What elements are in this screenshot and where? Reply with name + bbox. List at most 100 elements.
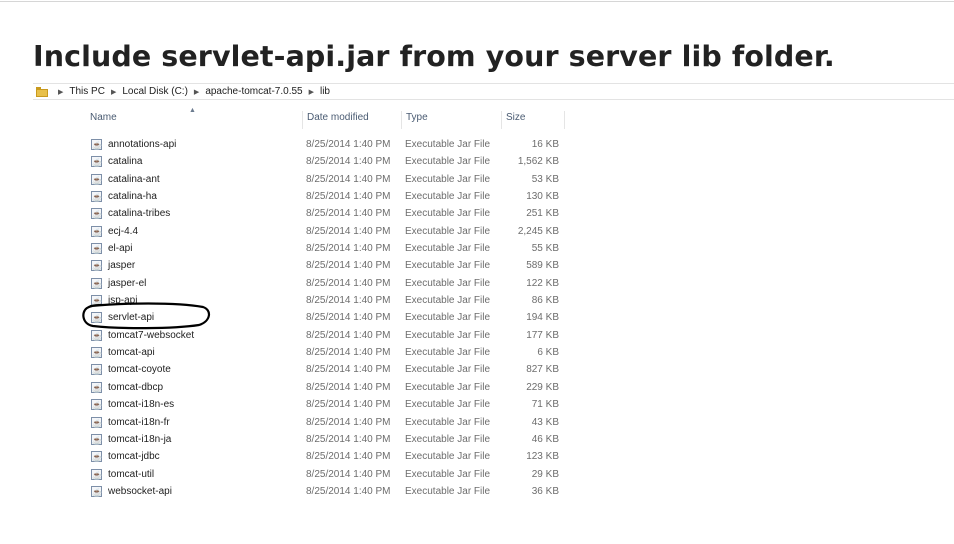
- file-type: Executable Jar File: [405, 139, 491, 150]
- file-row[interactable]: servlet-api 8/25/2014 1:40 PM Executable J…: [86, 309, 566, 327]
- file-date-modified: 8/25/2014 1:40 PM: [306, 208, 391, 220]
- jar-file-icon: [91, 310, 102, 327]
- chevron-right-icon[interactable]: ▶: [309, 88, 314, 96]
- file-date-modified: 8/25/2014 1:40 PM: [306, 295, 391, 307]
- address-bar[interactable]: ▶ This PC ▶ Local Disk (C:) ▶ apache-tom…: [33, 83, 954, 100]
- file-row[interactable]: tomcat-util 8/25/2014 1:40 PM Executable J…: [86, 466, 566, 484]
- file-row[interactable]: el-api 8/25/2014 1:40 PM Executable Jar Fi…: [86, 240, 566, 258]
- file-date-modified: 8/25/2014 1:40 PM: [306, 416, 391, 428]
- file-explorer-window: ▶ This PC ▶ Local Disk (C:) ▶ apache-tom…: [33, 83, 954, 503]
- file-type: Executable Jar File: [405, 381, 491, 393]
- file-type: Executable Jar File: [405, 191, 491, 203]
- file-name: tomcat-i18n-es: [108, 399, 175, 411]
- file-size: 6 KB: [537, 347, 559, 359]
- column-header-name[interactable]: Name: [86, 111, 302, 129]
- file-name: websocket-api: [108, 485, 172, 497]
- file-row[interactable]: tomcat-api 8/25/2014 1:40 PM Executable Ja…: [86, 344, 566, 362]
- file-name: jasper: [108, 260, 136, 272]
- file-row[interactable]: ecj-4.4 8/25/2014 1:40 PM Executable Jar F…: [86, 223, 566, 241]
- file-row[interactable]: tomcat-i18n-es 8/25/2014 1:40 PM Executabl…: [86, 396, 566, 414]
- file-name: catalina-ant: [108, 173, 160, 185]
- jar-file-icon: [91, 224, 102, 241]
- file-date-modified: 8/25/2014 1:40 PM: [306, 451, 391, 463]
- file-name: servlet-api: [108, 312, 155, 324]
- breadcrumb-this-pc[interactable]: This PC: [69, 86, 105, 97]
- column-header-date-modified[interactable]: Date modified: [302, 111, 401, 129]
- file-row[interactable]: annotations-api 8/25/2014 1:40 PM Executab…: [86, 136, 566, 154]
- file-type: Executable Jar File: [405, 173, 491, 185]
- file-size: 86 KB: [531, 295, 559, 307]
- file-row[interactable]: tomcat-coyote 8/25/2014 1:40 PM Executable…: [86, 361, 566, 379]
- jar-file-icon: [91, 258, 102, 275]
- file-row[interactable]: catalina-ha 8/25/2014 1:40 PM Executable J…: [86, 188, 566, 206]
- file-type: Executable Jar File: [405, 329, 491, 341]
- file-size: 123 KB: [526, 451, 559, 463]
- file-type: Executable Jar File: [405, 243, 491, 255]
- file-name: tomcat-dbcp: [108, 381, 164, 393]
- file-name: el-api: [108, 243, 133, 255]
- chevron-right-icon[interactable]: ▶: [58, 88, 63, 96]
- file-size: 43 KB: [531, 416, 559, 428]
- file-row[interactable]: tomcat-i18n-fr 8/25/2014 1:40 PM Executabl…: [86, 414, 566, 432]
- file-row[interactable]: tomcat-jdbc 8/25/2014 1:40 PM Executable J…: [86, 448, 566, 466]
- file-size: 177 KB: [526, 329, 559, 341]
- file-name: tomcat-api: [108, 347, 155, 359]
- file-type: Executable Jar File: [405, 277, 491, 289]
- jar-file-icon: [91, 154, 102, 171]
- file-type: Executable Jar File: [405, 225, 491, 237]
- jar-file-icon: [91, 397, 102, 414]
- file-type: Executable Jar File: [405, 364, 491, 376]
- file-type: Executable Jar File: [405, 451, 491, 463]
- file-date-modified: 8/25/2014 1:40 PM: [306, 156, 391, 168]
- file-row[interactable]: websocket-api 8/25/2014 1:40 PM Executable…: [86, 483, 566, 501]
- jar-file-icon: [91, 276, 102, 293]
- file-row[interactable]: catalina 8/25/2014 1:40 PM Executable Jar …: [86, 153, 566, 171]
- file-date-modified: 8/25/2014 1:40 PM: [306, 191, 391, 203]
- file-size: 2,245 KB: [517, 225, 559, 237]
- page-heading: Include servlet-api.jar from your server…: [33, 40, 835, 73]
- file-type: Executable Jar File: [405, 416, 491, 428]
- file-row[interactable]: tomcat-i18n-ja 8/25/2014 1:40 PM Executabl…: [86, 431, 566, 449]
- file-name: tomcat-i18n-ja: [108, 433, 172, 445]
- file-row[interactable]: jsp-api 8/25/2014 1:40 PM Executable Jar F…: [86, 292, 566, 310]
- file-type: Executable Jar File: [405, 347, 491, 359]
- file-row[interactable]: tomcat7-websocket 8/25/2014 1:40 PM Execut…: [86, 327, 566, 345]
- file-type: Executable Jar File: [405, 156, 491, 168]
- file-size: 29 KB: [531, 468, 559, 480]
- jar-file-icon: [91, 293, 102, 310]
- file-size: 36 KB: [531, 485, 559, 497]
- jar-file-icon: [91, 172, 102, 189]
- file-name: tomcat-coyote: [108, 364, 171, 376]
- file-name: tomcat-jdbc: [108, 451, 160, 463]
- column-header-size[interactable]: Size: [501, 111, 565, 129]
- jar-file-icon: [91, 432, 102, 449]
- column-header-type[interactable]: Type: [401, 111, 501, 129]
- jar-file-icon: [91, 328, 102, 345]
- file-row[interactable]: jasper 8/25/2014 1:40 PM Executable Jar Fi…: [86, 257, 566, 275]
- file-row[interactable]: catalina-tribes 8/25/2014 1:40 PM Executab…: [86, 205, 566, 223]
- file-date-modified: 8/25/2014 1:40 PM: [306, 347, 391, 359]
- file-row[interactable]: tomcat-dbcp 8/25/2014 1:40 PM Executable J…: [86, 379, 566, 397]
- jar-file-icon: [91, 362, 102, 379]
- jar-file-icon: [91, 189, 102, 206]
- file-size: 122 KB: [526, 277, 559, 289]
- chevron-right-icon[interactable]: ▶: [194, 88, 199, 96]
- file-date-modified: 8/25/2014 1:40 PM: [306, 399, 391, 411]
- file-row[interactable]: catalina-ant 8/25/2014 1:40 PM Executable …: [86, 171, 566, 189]
- breadcrumb-local-disk[interactable]: Local Disk (C:): [122, 86, 188, 97]
- jar-file-icon: [91, 241, 102, 258]
- file-date-modified: 8/25/2014 1:40 PM: [306, 381, 391, 393]
- file-size: 1,562 KB: [517, 156, 559, 168]
- column-headers: Name Date modified Type Size: [86, 111, 566, 129]
- file-row[interactable]: jasper-el 8/25/2014 1:40 PM Executable Jar…: [86, 275, 566, 293]
- file-size: 229 KB: [526, 381, 559, 393]
- file-name: annotations-api: [108, 139, 177, 150]
- file-date-modified: 8/25/2014 1:40 PM: [306, 485, 391, 497]
- chevron-right-icon[interactable]: ▶: [111, 88, 116, 96]
- file-size: 46 KB: [531, 433, 559, 445]
- folder-icon: [36, 86, 48, 97]
- breadcrumb-tomcat[interactable]: apache-tomcat-7.0.55: [205, 86, 302, 97]
- breadcrumb-lib[interactable]: lib: [320, 86, 330, 97]
- file-size: 827 KB: [526, 364, 559, 376]
- file-date-modified: 8/25/2014 1:40 PM: [306, 433, 391, 445]
